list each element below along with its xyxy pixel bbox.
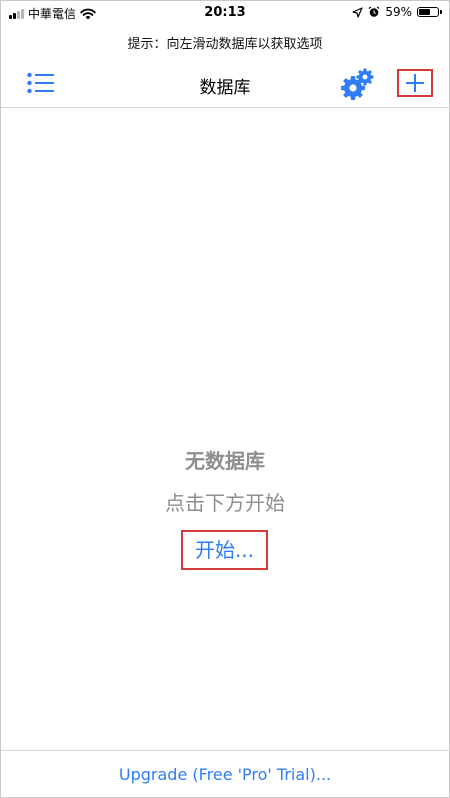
navigation-bar: 数据库 — [1, 59, 449, 108]
page-title: 数据库 — [199, 78, 251, 98]
empty-state-subtitle: 点击下方开始 — [165, 491, 285, 515]
location-arrow-icon — [352, 6, 363, 18]
status-bar: 中華電信 20:13 59% — [1, 1, 449, 25]
swipe-hint: 提示：向左滑动数据库以获取选项 — [127, 37, 323, 52]
settings-button[interactable] — [339, 67, 375, 103]
add-database-button[interactable] — [397, 69, 433, 97]
empty-state-title: 无数据库 — [185, 449, 265, 473]
footer-divider — [1, 750, 449, 751]
start-link[interactable]: 开始... — [181, 530, 268, 570]
battery-level-fill — [419, 9, 430, 15]
app-screen: 中華電信 20:13 59% 提示：向左滑动数据库以获取选项 数据库 无数据库 … — [0, 0, 450, 798]
gear-icon — [341, 68, 374, 100]
battery-icon — [417, 7, 442, 17]
battery-percent: 59% — [385, 5, 412, 19]
plus-icon — [406, 74, 424, 92]
status-right: 59% — [352, 5, 442, 19]
upgrade-link[interactable]: Upgrade (Free 'Pro' Trial)... — [1, 765, 449, 784]
alarm-clock-icon — [368, 6, 380, 17]
